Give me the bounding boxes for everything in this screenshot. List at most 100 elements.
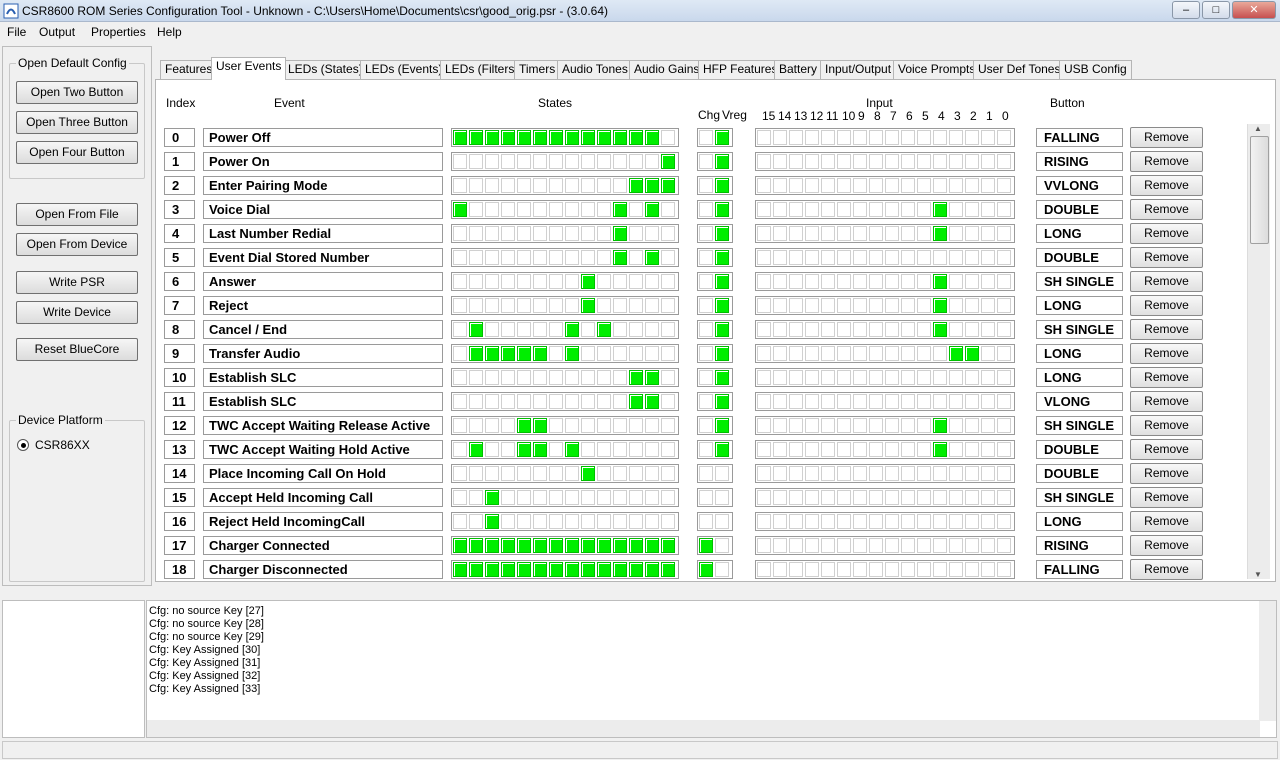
input-checkbox[interactable] <box>837 466 851 481</box>
open-four-button[interactable]: Open Four Button <box>16 141 138 164</box>
state-checkbox[interactable] <box>597 322 611 337</box>
input-checkbox[interactable] <box>933 178 947 193</box>
input-checkbox[interactable] <box>917 538 931 553</box>
state-checkbox[interactable] <box>469 154 483 169</box>
input-checkbox[interactable] <box>933 538 947 553</box>
state-checkbox[interactable] <box>661 466 675 481</box>
state-checkbox[interactable] <box>565 154 579 169</box>
chg-vreg-checkbox[interactable] <box>715 514 729 529</box>
chg-vreg-checkbox[interactable] <box>699 298 713 313</box>
input-checkbox[interactable] <box>981 322 995 337</box>
state-checkbox[interactable] <box>533 226 547 241</box>
remove-button[interactable]: Remove <box>1130 535 1203 556</box>
state-checkbox[interactable] <box>485 562 499 577</box>
input-checkbox[interactable] <box>933 298 947 313</box>
state-checkbox[interactable] <box>549 274 563 289</box>
state-checkbox[interactable] <box>485 154 499 169</box>
input-checkbox[interactable] <box>837 274 851 289</box>
input-checkbox[interactable] <box>789 346 803 361</box>
state-checkbox[interactable] <box>565 394 579 409</box>
state-checkbox[interactable] <box>501 346 515 361</box>
state-checkbox[interactable] <box>533 490 547 505</box>
tab-user-events[interactable]: User Events <box>211 57 287 80</box>
input-checkbox[interactable] <box>997 250 1011 265</box>
state-checkbox[interactable] <box>661 370 675 385</box>
input-checkbox[interactable] <box>869 418 883 433</box>
state-checkbox[interactable] <box>485 178 499 193</box>
input-checkbox[interactable] <box>997 466 1011 481</box>
input-checkbox[interactable] <box>981 490 995 505</box>
state-checkbox[interactable] <box>517 250 531 265</box>
remove-button[interactable]: Remove <box>1130 391 1203 412</box>
chg-vreg-checkbox[interactable] <box>715 442 729 457</box>
input-checkbox[interactable] <box>933 394 947 409</box>
input-checkbox[interactable] <box>869 130 883 145</box>
event-name[interactable]: Answer <box>203 272 443 291</box>
state-checkbox[interactable] <box>581 370 595 385</box>
input-checkbox[interactable] <box>853 154 867 169</box>
state-checkbox[interactable] <box>645 442 659 457</box>
state-checkbox[interactable] <box>645 418 659 433</box>
input-checkbox[interactable] <box>837 130 851 145</box>
state-checkbox[interactable] <box>597 562 611 577</box>
button-type[interactable]: FALLING <box>1036 128 1123 147</box>
chg-vreg-checkbox[interactable] <box>699 370 713 385</box>
state-checkbox[interactable] <box>629 250 643 265</box>
input-checkbox[interactable] <box>821 274 835 289</box>
input-checkbox[interactable] <box>901 226 915 241</box>
input-checkbox[interactable] <box>821 538 835 553</box>
state-checkbox[interactable] <box>581 274 595 289</box>
input-checkbox[interactable] <box>917 250 931 265</box>
input-checkbox[interactable] <box>997 202 1011 217</box>
tab-input-output[interactable]: Input/Output <box>820 60 897 79</box>
state-checkbox[interactable] <box>501 562 515 577</box>
input-checkbox[interactable] <box>949 274 963 289</box>
input-checkbox[interactable] <box>805 490 819 505</box>
input-checkbox[interactable] <box>965 562 979 577</box>
input-checkbox[interactable] <box>885 274 899 289</box>
state-checkbox[interactable] <box>661 250 675 265</box>
input-checkbox[interactable] <box>757 394 771 409</box>
chg-vreg-checkbox[interactable] <box>715 346 729 361</box>
input-checkbox[interactable] <box>757 538 771 553</box>
maximize-button[interactable]: □ <box>1202 1 1230 19</box>
state-checkbox[interactable] <box>613 250 627 265</box>
input-checkbox[interactable] <box>869 250 883 265</box>
input-checkbox[interactable] <box>885 442 899 457</box>
state-checkbox[interactable] <box>597 394 611 409</box>
input-checkbox[interactable] <box>949 370 963 385</box>
event-name[interactable]: TWC Accept Waiting Hold Active <box>203 440 443 459</box>
input-checkbox[interactable] <box>773 298 787 313</box>
input-checkbox[interactable] <box>757 226 771 241</box>
input-checkbox[interactable] <box>901 562 915 577</box>
state-checkbox[interactable] <box>485 442 499 457</box>
remove-button[interactable]: Remove <box>1130 415 1203 436</box>
state-checkbox[interactable] <box>501 298 515 313</box>
state-checkbox[interactable] <box>533 538 547 553</box>
state-checkbox[interactable] <box>613 226 627 241</box>
tab-battery[interactable]: Battery <box>774 60 823 79</box>
input-checkbox[interactable] <box>997 154 1011 169</box>
state-checkbox[interactable] <box>469 322 483 337</box>
input-checkbox[interactable] <box>965 538 979 553</box>
state-checkbox[interactable] <box>645 346 659 361</box>
input-checkbox[interactable] <box>901 418 915 433</box>
event-name[interactable]: Establish SLC <box>203 368 443 387</box>
state-checkbox[interactable] <box>661 298 675 313</box>
input-checkbox[interactable] <box>917 322 931 337</box>
menu-properties[interactable]: Properties <box>91 25 146 39</box>
button-type[interactable]: SH SINGLE <box>1036 272 1123 291</box>
input-checkbox[interactable] <box>917 226 931 241</box>
state-checkbox[interactable] <box>565 274 579 289</box>
event-name[interactable]: Transfer Audio <box>203 344 443 363</box>
input-checkbox[interactable] <box>773 394 787 409</box>
input-checkbox[interactable] <box>885 538 899 553</box>
state-checkbox[interactable] <box>613 274 627 289</box>
chg-vreg-checkbox[interactable] <box>715 466 729 481</box>
state-checkbox[interactable] <box>645 274 659 289</box>
input-checkbox[interactable] <box>901 130 915 145</box>
state-checkbox[interactable] <box>597 154 611 169</box>
state-checkbox[interactable] <box>549 514 563 529</box>
chg-vreg-checkbox[interactable] <box>699 274 713 289</box>
input-checkbox[interactable] <box>997 418 1011 433</box>
